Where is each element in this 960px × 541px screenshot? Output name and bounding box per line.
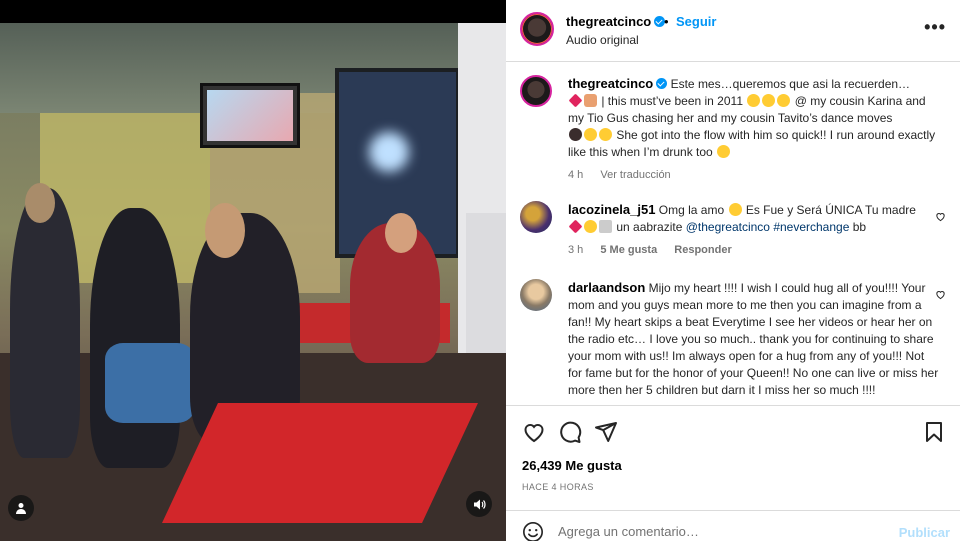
comment-time: 3 h [568, 244, 584, 256]
comment-username[interactable]: darlaandson [568, 280, 645, 295]
more-options-button[interactable]: ••• [924, 17, 946, 38]
avatar[interactable] [520, 12, 554, 46]
comment-like-button[interactable] [935, 211, 946, 225]
comment-body: lacozinela_j51 Omg la amo Es Fue y Será … [568, 201, 940, 259]
share-button[interactable] [594, 420, 618, 444]
share-icon [595, 422, 617, 442]
separator-dot: • [664, 14, 669, 29]
post-video[interactable] [0, 23, 506, 541]
mute-button[interactable] [466, 491, 492, 517]
comment-meta: 3 h 5 Me gusta Responder [568, 242, 940, 259]
comment-text: Omg la amo [658, 203, 725, 217]
caption-time: 4 h [568, 169, 584, 181]
comment-button[interactable] [558, 420, 582, 444]
instagram-post-view: thegreatcinco • Seguir Audio original ••… [0, 0, 960, 541]
post-timestamp[interactable]: HACE 4 HORAS [522, 482, 594, 492]
heart-emoji-icon [568, 219, 583, 234]
laughing-emoji-icon [762, 94, 776, 107]
video-scene-person [10, 188, 80, 458]
emoji-icon [599, 220, 612, 233]
bookmark-icon [926, 422, 942, 442]
comment-input[interactable] [558, 519, 878, 541]
laughing-emoji-icon [747, 94, 761, 107]
save-button[interactable] [922, 420, 946, 444]
publish-button[interactable]: Publicar [899, 525, 950, 540]
audio-label[interactable]: Audio original [566, 33, 639, 47]
reply-button[interactable]: Responder [674, 244, 731, 256]
follow-button[interactable]: Seguir [676, 14, 716, 29]
comment-composer: Publicar [506, 510, 960, 541]
caption-username[interactable]: thegreatcinco [568, 76, 668, 91]
caption-text: Este mes…queremos que asi la recuerden… [670, 77, 911, 91]
post-actions: 26,439 Me gusta HACE 4 HORAS Publicar [506, 405, 960, 541]
comment-text: Es Fue y Será ÚNICA Tu madre [745, 203, 916, 217]
comments-list[interactable]: thegreatcinco Este mes…queremos que asi … [506, 63, 960, 405]
hashtag-link[interactable]: #neverchange [773, 220, 849, 234]
caption-meta: 4 h Ver traducción [568, 167, 940, 184]
video-scene-person [90, 208, 180, 468]
more-horizontal-icon: ••• [924, 17, 946, 37]
caption-text: | this must’ve been in 2011 [601, 94, 743, 108]
speaker-icon [473, 499, 486, 509]
heart-emoji-icon [568, 93, 583, 108]
comment-body: darlaandson Mijo my heart !!!! I wish I … [568, 279, 940, 399]
tagged-users-button[interactable] [8, 495, 34, 521]
dancer-emoji-icon [569, 128, 582, 141]
comment-text: Mijo my heart !!!! I wish I could hug al… [568, 281, 939, 397]
post-header: thegreatcinco • Seguir Audio original ••… [506, 0, 960, 62]
mention-link[interactable]: @thegreatcinco [686, 220, 770, 234]
comment-text: un aabrazite [616, 220, 683, 234]
emoji-icon [584, 220, 597, 233]
laughing-emoji-icon [599, 128, 612, 141]
post-details-panel: thegreatcinco • Seguir Audio original ••… [506, 0, 960, 541]
author-username[interactable]: thegreatcinco [566, 14, 666, 29]
video-scene-tv [200, 83, 300, 148]
comment-username[interactable]: lacozinela_j51 [568, 202, 655, 217]
avatar[interactable] [520, 279, 552, 311]
video-scene-person-legs [105, 343, 195, 423]
like-button[interactable] [522, 420, 546, 444]
laughing-emoji-icon [717, 145, 731, 158]
avatar[interactable] [520, 75, 552, 107]
user-tag-icon [16, 503, 26, 514]
comment-icon [560, 421, 582, 443]
avatar[interactable] [520, 201, 552, 233]
heart-icon [936, 213, 945, 222]
video-scene-person-head [25, 183, 55, 223]
video-scene-person-head [385, 213, 417, 253]
laughing-emoji-icon [584, 128, 597, 141]
like-count[interactable]: 26,439 Me gusta [522, 458, 622, 473]
heart-icon [524, 424, 544, 443]
laughing-emoji-icon [777, 94, 791, 107]
verified-badge-icon [656, 78, 668, 89]
comment-like-button[interactable] [935, 289, 946, 303]
comment-text: bb [852, 220, 867, 234]
comment-like-count[interactable]: 5 Me gusta [600, 244, 657, 256]
emoji-icon [584, 94, 597, 107]
heart-eyes-emoji-icon [728, 203, 742, 216]
caption-body: thegreatcinco Este mes…queremos que asi … [568, 75, 940, 184]
emoji-icon [523, 522, 543, 541]
video-scene-person-head [205, 203, 245, 258]
caption-text: She got into the flow with him so quick!… [568, 128, 936, 159]
heart-icon [936, 291, 945, 300]
translate-button[interactable]: Ver traducción [600, 169, 670, 181]
emoji-picker-button[interactable] [522, 521, 544, 541]
